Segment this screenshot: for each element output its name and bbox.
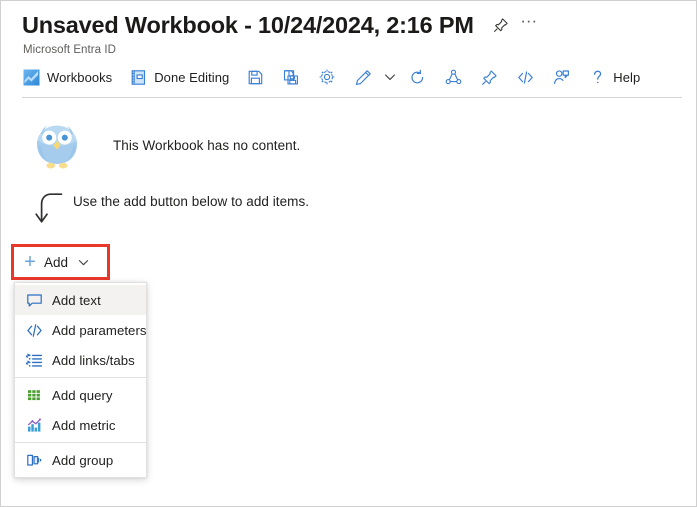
toolbar-button-pin[interactable]	[480, 63, 498, 91]
chevron-down-icon	[77, 256, 90, 269]
page-subtitle: Microsoft Entra ID	[23, 44, 116, 56]
toolbar-button-save[interactable]	[246, 63, 264, 91]
menu-label-add-group: Add group	[52, 452, 114, 468]
assign-user-icon	[552, 68, 570, 86]
toolbar-label-workbooks: Workbooks	[47, 69, 113, 85]
toolbar-button-workbooks[interactable]: Workbooks	[22, 63, 112, 91]
group-panels-icon	[25, 451, 43, 469]
empty-state-row: This Workbook has no content.	[31, 118, 300, 172]
title-row: Unsaved Workbook - 10/24/2024, 2:16 PM ·…	[1, 9, 696, 41]
menu-item-add-metric[interactable]: Add metric	[15, 410, 146, 440]
toolbar-button-edit-dropdown[interactable]	[381, 63, 399, 91]
menu-separator	[15, 377, 146, 378]
owl-illustration	[31, 118, 83, 172]
menu-item-add-query[interactable]: Add query	[15, 380, 146, 410]
toolbar-button-help[interactable]: Help	[588, 63, 640, 91]
menu-label-add-query: Add query	[52, 387, 113, 403]
chevron-down-icon	[381, 68, 399, 86]
settings-gear-icon	[318, 68, 336, 86]
empty-state-message: This Workbook has no content.	[113, 137, 301, 153]
grid-query-icon	[25, 386, 43, 404]
save-as-icon	[282, 68, 300, 86]
list-links-icon	[25, 351, 43, 369]
toolbar-button-settings[interactable]	[318, 63, 336, 91]
toolbar-label-done-editing: Done Editing	[154, 69, 230, 85]
menu-item-add-text[interactable]: Add text	[15, 285, 146, 315]
menu-label-add-links-tabs: Add links/tabs	[52, 352, 135, 368]
refresh-icon	[408, 68, 426, 86]
toolbar-button-done-editing[interactable]: Done Editing	[129, 63, 229, 91]
pin-icon[interactable]	[491, 15, 511, 35]
menu-separator	[15, 442, 146, 443]
code-brackets-icon	[25, 321, 43, 339]
toolbar-divider	[22, 97, 682, 98]
page-header: Unsaved Workbook - 10/24/2024, 2:16 PM ·…	[1, 1, 696, 56]
add-button-label: Add	[44, 254, 69, 270]
save-icon	[246, 68, 264, 86]
code-brackets-icon	[516, 68, 534, 86]
menu-item-add-links-tabs[interactable]: Add links/tabs	[15, 345, 146, 375]
more-options-icon[interactable]: ···	[519, 11, 539, 39]
plus-icon: +	[24, 251, 36, 273]
workbook-page: Unsaved Workbook - 10/24/2024, 2:16 PM ·…	[0, 0, 697, 507]
toolbar-label-help: Help	[613, 69, 641, 85]
menu-label-add-metric: Add metric	[52, 417, 116, 433]
toolbar-button-share[interactable]	[444, 63, 462, 91]
menu-label-add-parameters: Add parameters	[52, 322, 147, 338]
share-icon	[444, 68, 462, 86]
hint-row: Use the add button below to add items.	[31, 189, 309, 226]
toolbar-button-code[interactable]	[516, 63, 534, 91]
toolbar-button-refresh[interactable]	[408, 63, 426, 91]
menu-item-add-parameters[interactable]: Add parameters	[15, 315, 146, 345]
toolbar-button-edit[interactable]	[354, 63, 372, 91]
workbooks-chart-icon	[22, 68, 40, 86]
metric-chart-icon	[25, 416, 43, 434]
toolbar-button-assign-user[interactable]	[552, 63, 570, 91]
pin-icon	[480, 68, 498, 86]
curved-down-arrow-icon	[31, 190, 65, 226]
hint-message: Use the add button below to add items.	[73, 194, 310, 209]
done-editing-book-icon	[129, 68, 147, 86]
question-mark-icon	[588, 68, 606, 86]
page-title: Unsaved Workbook - 10/24/2024, 2:16 PM	[22, 12, 474, 38]
menu-item-add-group[interactable]: Add group	[15, 445, 146, 475]
add-dropdown-menu: Add text Add parameters Add links/tabs A…	[14, 282, 147, 478]
add-button[interactable]: + Add	[15, 248, 97, 276]
toolbar-button-save-as[interactable]	[282, 63, 300, 91]
toolbar: Workbooks Done Editing Help	[1, 63, 696, 91]
menu-label-add-text: Add text	[52, 292, 101, 308]
text-comment-icon	[25, 291, 43, 309]
edit-pencil-icon	[354, 68, 372, 86]
